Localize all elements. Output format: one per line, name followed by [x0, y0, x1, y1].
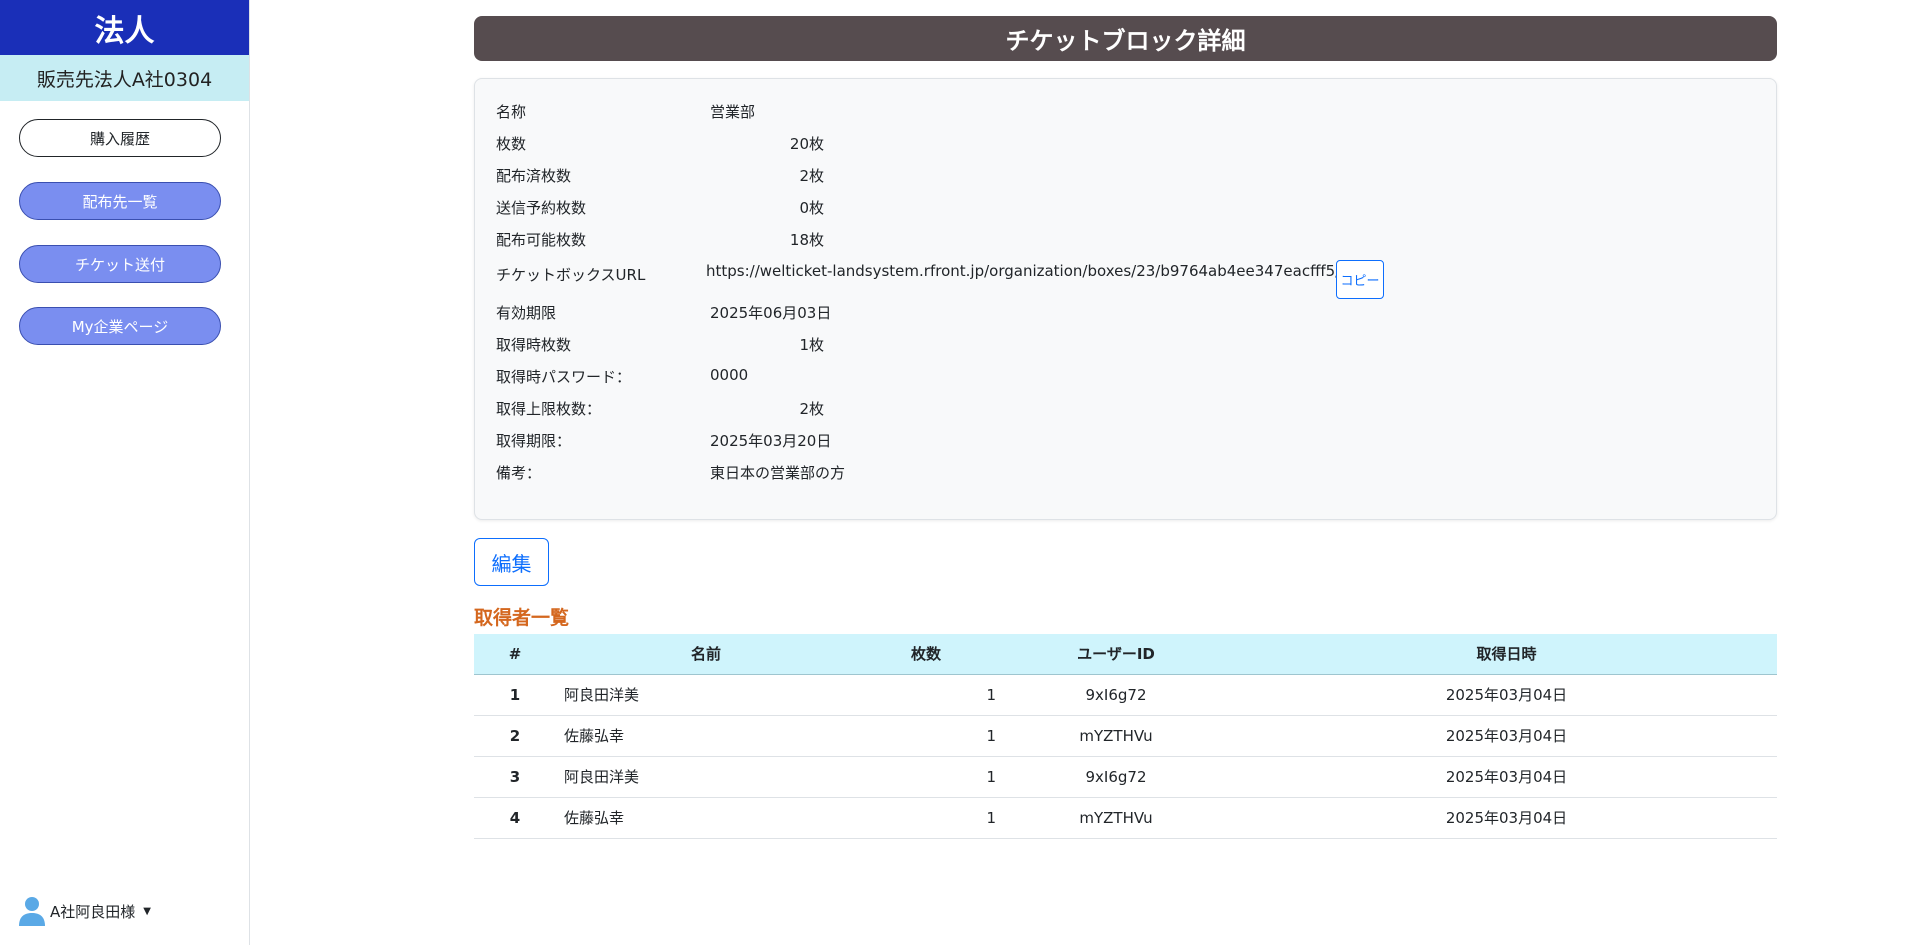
edit-button[interactable]: 編集 [474, 538, 549, 586]
table-row: 1 阿良田洋美 1 9xI6g72 2025年03月04日 [474, 674, 1777, 716]
detail-value-scheduled: 0枚 [799, 199, 824, 217]
col-header-quantity: 枚数 [856, 634, 996, 675]
detail-value-expiry: 2025年06月03日 [710, 304, 832, 322]
cell-quantity: 1 [856, 715, 996, 757]
cell-user-id: 9xI6g72 [996, 756, 1236, 798]
detail-value-distributed: 2枚 [799, 167, 824, 185]
table-header-row: # 名前 枚数 ユーザーID 取得日時 [474, 634, 1777, 675]
detail-label-per-acquire: 取得時枚数 [496, 336, 572, 354]
nav-purchase-history-button[interactable]: 購入履歴 [19, 119, 221, 157]
user-icon [19, 897, 45, 926]
page-title: チケットブロック詳細 [474, 16, 1777, 61]
detail-value-count: 20枚 [789, 135, 824, 153]
chevron-down-icon: ▼ [143, 905, 151, 917]
ticket-block-details-card: 名称 営業部 枚数 20枚 配布済枚数 2枚 送信予約枚数 0枚 配布可能枚数 … [474, 78, 1777, 520]
detail-value-limit: 2枚 [799, 400, 824, 418]
company-name: 販売先法人A社0304 [0, 55, 249, 101]
cell-user-id: mYZTHVu [996, 715, 1236, 757]
detail-value-deadline: 2025年03月20日 [710, 432, 832, 450]
cell-name: 佐藤弘幸 [556, 797, 856, 839]
brand-title: 法人 [0, 0, 249, 55]
user-name: A社阿良田様 [50, 902, 136, 921]
cell-number: 4 [474, 797, 556, 839]
cell-user-id: 9xI6g72 [996, 674, 1236, 716]
sidebar: 法人 販売先法人A社0304 購入履歴 配布先一覧 チケット送付 My企業ページ… [0, 0, 250, 945]
detail-value-notes: 東日本の営業部の方 [710, 464, 846, 482]
detail-label-name: 名称 [496, 103, 527, 121]
col-header-name: 名前 [556, 634, 856, 675]
cell-name: 阿良田洋美 [556, 756, 856, 798]
cell-user-id: mYZTHVu [996, 797, 1236, 839]
col-header-acquired-date: 取得日時 [1236, 634, 1777, 675]
cell-quantity: 1 [856, 756, 996, 798]
table-row: 2 佐藤弘幸 1 mYZTHVu 2025年03月04日 [474, 715, 1777, 757]
nav-distribution-list-button[interactable]: 配布先一覧 [19, 182, 221, 220]
cell-quantity: 1 [856, 797, 996, 839]
user-menu[interactable]: A社阿良田様 ▼ [18, 895, 151, 927]
detail-label-available: 配布可能枚数 [496, 231, 587, 249]
detail-label-expiry: 有効期限 [496, 304, 557, 322]
cell-name: 阿良田洋美 [556, 674, 856, 716]
detail-label-distributed: 配布済枚数 [496, 167, 572, 185]
detail-value-available: 18枚 [789, 231, 824, 249]
cell-acquired-date: 2025年03月04日 [1236, 715, 1777, 757]
nav-my-company-page-button[interactable]: My企業ページ [19, 307, 221, 345]
cell-number: 3 [474, 756, 556, 798]
table-row: 4 佐藤弘幸 1 mYZTHVu 2025年03月04日 [474, 797, 1777, 839]
detail-label-deadline: 取得期限： [496, 432, 572, 450]
detail-label-box-url: チケットボックスURL [496, 266, 646, 284]
detail-value-per-acquire: 1枚 [799, 336, 824, 354]
detail-label-count: 枚数 [496, 135, 527, 153]
cell-number: 1 [474, 674, 556, 716]
detail-value-password: 0000 [710, 366, 749, 384]
cell-acquired-date: 2025年03月04日 [1236, 797, 1777, 839]
col-header-user-id: ユーザーID [996, 634, 1236, 675]
detail-label-password: 取得時パスワード： [496, 368, 632, 386]
cell-acquired-date: 2025年03月04日 [1236, 756, 1777, 798]
table-row: 3 阿良田洋美 1 9xI6g72 2025年03月04日 [474, 756, 1777, 798]
detail-value-box-url[interactable]: https://welticket-landsystem.rfront.jp/o… [706, 262, 1350, 280]
copy-url-button[interactable]: コピー [1336, 260, 1384, 299]
nav-ticket-send-button[interactable]: チケット送付 [19, 245, 221, 283]
recipients-table: # 名前 枚数 ユーザーID 取得日時 1 阿良田洋美 1 9xI6g72 20… [474, 634, 1777, 839]
cell-number: 2 [474, 715, 556, 757]
col-header-number: # [474, 634, 556, 675]
cell-name: 佐藤弘幸 [556, 715, 856, 757]
detail-value-name: 営業部 [710, 103, 756, 121]
detail-label-notes: 備考： [496, 464, 542, 482]
cell-acquired-date: 2025年03月04日 [1236, 674, 1777, 716]
detail-label-limit: 取得上限枚数： [496, 400, 602, 418]
cell-quantity: 1 [856, 674, 996, 716]
detail-label-scheduled: 送信予約枚数 [496, 199, 587, 217]
recipients-title: 取得者一覧 [474, 607, 570, 629]
